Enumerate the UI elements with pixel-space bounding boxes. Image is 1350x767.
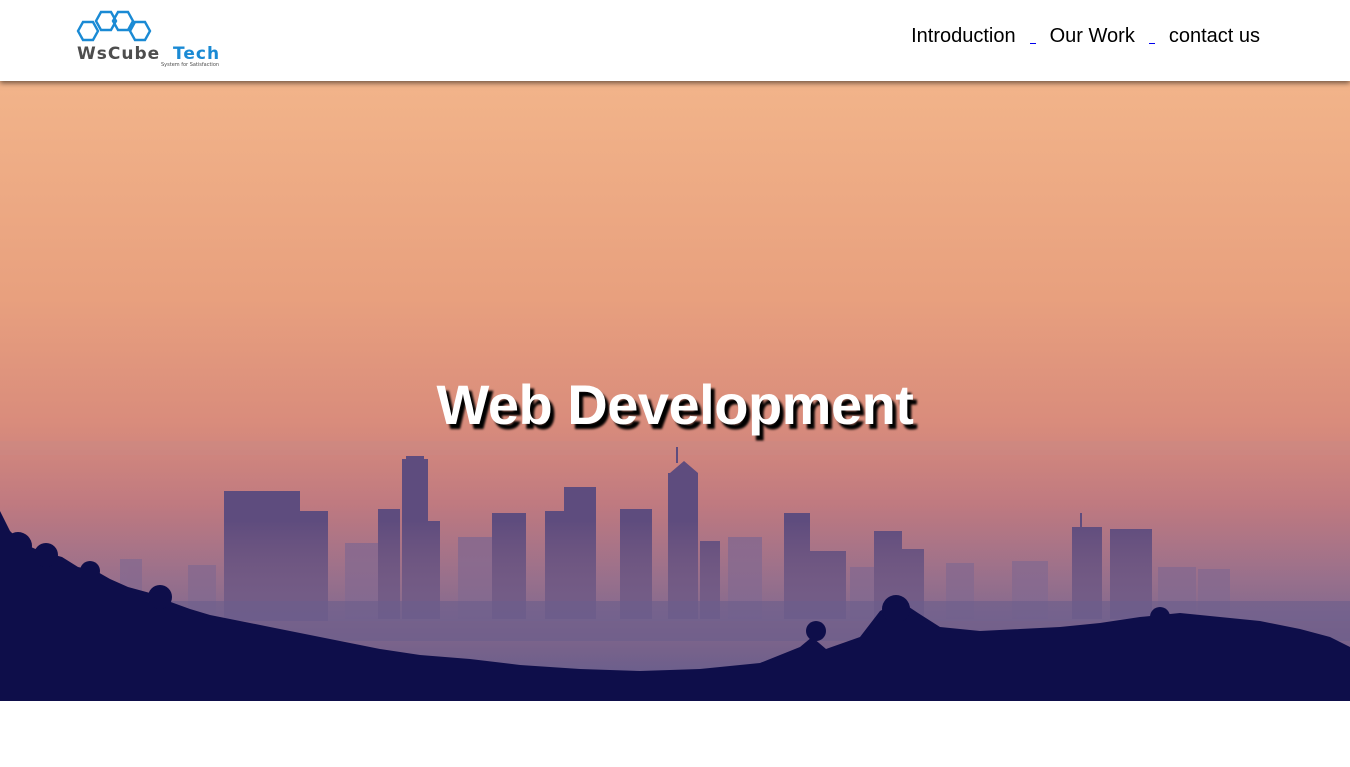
site-header: WsCube Tech System for Satisfaction Intr… <box>0 0 1350 81</box>
main-nav: Introduction Our Work contact us <box>911 24 1260 48</box>
brand-name-part2: Tech <box>173 44 220 64</box>
svg-text:Tech: Tech <box>173 44 220 64</box>
hero-banner: Web Development <box>0 81 1350 701</box>
nav-separator <box>1029 41 1036 44</box>
nav-separator <box>1148 41 1155 44</box>
page-content-area <box>0 701 1350 767</box>
hero-title: Web Development <box>436 372 914 436</box>
nav-link-contact-us[interactable]: contact us <box>1169 24 1260 48</box>
brand-name-part1: WsCube <box>77 44 160 64</box>
svg-text:WsCube: WsCube <box>77 44 160 64</box>
brand-tagline: System for Satisfaction <box>161 62 219 68</box>
nav-link-our-work[interactable]: Our Work <box>1050 24 1135 48</box>
hexagon-logo-icon: WsCube Tech System for Satisfaction <box>76 10 220 68</box>
brand-logo[interactable]: WsCube Tech System for Satisfaction <box>74 8 230 70</box>
svg-text:System for Satisfaction: System for Satisfaction <box>161 62 219 68</box>
nav-link-introduction[interactable]: Introduction <box>911 24 1016 48</box>
